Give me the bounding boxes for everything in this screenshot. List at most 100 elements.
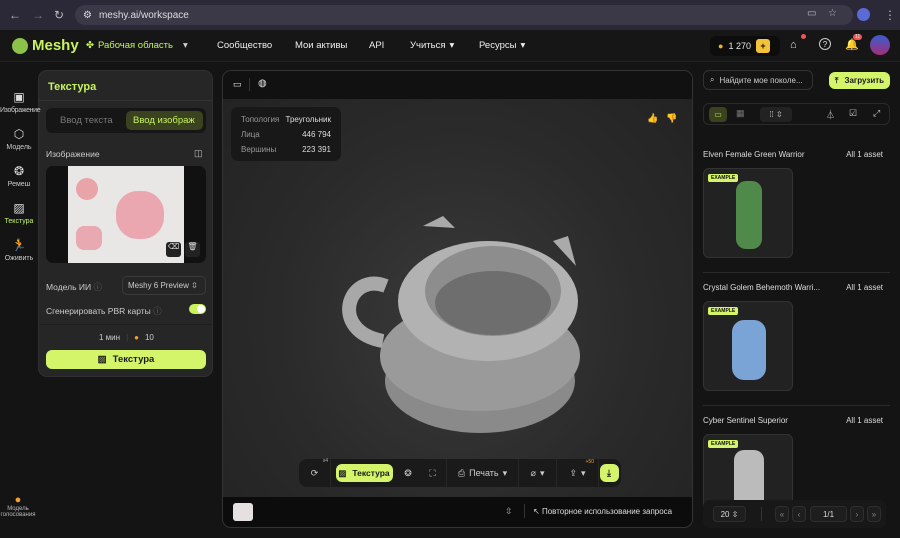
page-size-select[interactable]: 20 ⇳ [713, 506, 746, 522]
divider [703, 405, 890, 406]
asset-card[interactable]: EXAMPLE [703, 301, 793, 391]
reload-icon[interactable]: ↻ [54, 8, 64, 22]
workspace-menu[interactable]: ✤ Рабочая область ▾ [86, 40, 188, 51]
example-badge: EXAMPLE [708, 307, 739, 315]
share-button[interactable]: ⇪ ▾ +50 [557, 459, 599, 487]
asset-card[interactable]: EXAMPLE [703, 168, 793, 258]
print-label: Печать [469, 468, 499, 478]
texture-tool-button[interactable]: ▨ Текстура [335, 464, 393, 482]
page-input[interactable]: 1/1 [810, 506, 847, 522]
address-bar[interactable]: ⚙ meshy.ai/workspace [75, 5, 853, 25]
sidebar-item-model[interactable]: ⬡ Модель [0, 127, 38, 151]
retry-badge: x4 [322, 458, 328, 464]
compare-icon[interactable]: ◫ [194, 148, 203, 159]
next-page-button[interactable]: › [850, 506, 864, 522]
rig-tool-button[interactable]: ⛶ [419, 459, 447, 487]
menu-icon[interactable]: ⋮ [884, 8, 896, 22]
nav-community[interactable]: Сообщество [217, 40, 272, 51]
mug-3d-model [342, 216, 580, 433]
stat-value: Треугольник [285, 115, 331, 124]
arrow-up-left-icon: ↖ [533, 507, 540, 516]
fullscreen-icon[interactable]: ⤢ [873, 108, 880, 119]
notification-count: 11 [853, 34, 863, 40]
sidebar-item-texture[interactable]: ▨ Текстура [0, 201, 38, 225]
globe-icon[interactable]: ◍ [258, 78, 267, 89]
download-button[interactable]: ⤓ [599, 464, 619, 482]
first-page-button[interactable]: « [775, 506, 789, 522]
nav-resources[interactable]: Ресурсы ▾ [479, 40, 525, 51]
prev-page-button[interactable]: ‹ [792, 506, 806, 522]
asset-group-title[interactable]: Crystal Golem Behemoth Warri... All 1 ass… [703, 283, 883, 292]
asset-group-title[interactable]: Cyber Sentinel Superior All 1 asset [703, 416, 883, 425]
add-credits-button[interactable]: + [755, 39, 770, 53]
browser-bar: ← → ↻ ⚙ meshy.ai/workspace ▭ ☆ ⋮ [0, 0, 900, 30]
divider [39, 324, 212, 325]
texture-icon: ▨ [97, 354, 107, 365]
input-mode-toggle: Ввод текста Ввод изображ [46, 108, 206, 133]
model-viewer[interactable]: ▭ ◍ Топология Треугольник Лица 446 794 Вер… [222, 70, 693, 528]
select-icon[interactable]: ☑ [849, 108, 857, 119]
toggle-knob [197, 305, 205, 313]
upload-button[interactable]: ⤒ Загрузить [829, 72, 890, 89]
panel-title: Текстура [48, 81, 97, 93]
trash-icon[interactable]: 🗑 [185, 242, 200, 257]
cast-icon[interactable]: ▭ [807, 8, 816, 19]
asset-title: Crystal Golem Behemoth Warri... [703, 283, 821, 292]
sidebar-item-image[interactable]: ▣ Изображение [0, 90, 41, 114]
eraser-icon[interactable]: ⌫ [166, 242, 181, 257]
density-select[interactable]: ⁞⁞ ⇳ [760, 107, 792, 122]
texture-submit-button[interactable]: ▨ Текстура [46, 350, 206, 369]
model-value: Meshy 6 Preview [128, 281, 189, 290]
sidebar-item-animate[interactable]: 🏃 Оживить [0, 238, 38, 262]
retry-button[interactable]: ⟳ x4 [299, 458, 331, 487]
pbr-toggle[interactable] [189, 304, 206, 314]
sidebar-item-remesh[interactable]: ❂ Ремеш [0, 164, 38, 188]
search-input[interactable]: ⌕ Найдите мое поколе... [703, 70, 813, 90]
tab-text-input[interactable]: Ввод текста [60, 115, 113, 126]
site-settings-icon[interactable]: ⚙ [83, 10, 92, 21]
nav-api[interactable]: API [369, 40, 384, 51]
stat-label: Топология [241, 115, 280, 124]
monitor-icon[interactable]: ▭ [233, 79, 242, 90]
tab-image-input[interactable]: Ввод изображ [126, 111, 203, 130]
search-placeholder: Найдите мое поколе... [719, 75, 803, 85]
help-icon[interactable]: ? [819, 38, 831, 50]
credits-badge[interactable]: ● 1 270 + [710, 36, 780, 56]
logo[interactable]: Meshy [12, 37, 79, 54]
gift-icon[interactable]: ⌂ [790, 39, 797, 51]
asset-group-title[interactable]: Elven Female Green Warrior All 1 asset [703, 150, 883, 159]
last-page-button[interactable]: » [867, 506, 881, 522]
nav-assets[interactable]: Мои активы [295, 40, 347, 51]
remesh-tool-button[interactable]: ❂ [397, 459, 419, 487]
reference-image[interactable]: ⌫ 🗑 [46, 166, 206, 263]
updown-icon[interactable]: ⇳ [505, 506, 513, 517]
forward-icon[interactable]: → [32, 8, 44, 22]
viewer-bottombar: ⇳ ↖ Повторное использование запроса [223, 497, 692, 527]
thumbs-up-icon[interactable]: 👍 [647, 113, 658, 124]
bookmark-icon[interactable]: ☆ [828, 8, 837, 19]
back-icon[interactable]: ← [9, 8, 21, 22]
grid-icon: ✤ [86, 40, 94, 51]
filter-icon[interactable]: ⏃ [826, 108, 835, 121]
remesh-icon: ❂ [13, 164, 25, 178]
print-button[interactable]: ⎙ Печать ▾ [447, 459, 519, 487]
nav-label: Сообщество [217, 40, 273, 51]
nav-learn[interactable]: Учиться ▾ [410, 40, 454, 51]
model-select[interactable]: Meshy 6 Preview ⇳ [122, 276, 206, 295]
chevron-down-icon: ▾ [449, 40, 455, 51]
cost-info: 1 мин | ● 10 [99, 333, 154, 342]
plugin-button[interactable]: ⌀ ▾ [519, 459, 557, 487]
folder-view-icon[interactable]: ▭ [709, 107, 727, 122]
mug-shape [76, 178, 98, 200]
thumbnail[interactable] [233, 503, 253, 521]
grid-view-icon[interactable]: ▦ [736, 108, 745, 119]
divider [39, 100, 212, 101]
coin-icon: ● [718, 41, 724, 51]
thumbs-down-icon[interactable]: 👎 [666, 113, 677, 124]
profile-icon[interactable] [857, 8, 870, 21]
chevron-down-icon: ▾ [502, 467, 508, 478]
reuse-prompt-button[interactable]: ↖ Повторное использование запроса [533, 507, 672, 516]
vote-model[interactable]: ● Модель голосования [0, 494, 36, 518]
avatar[interactable] [870, 35, 890, 55]
search-icon: ⌕ [710, 75, 715, 84]
